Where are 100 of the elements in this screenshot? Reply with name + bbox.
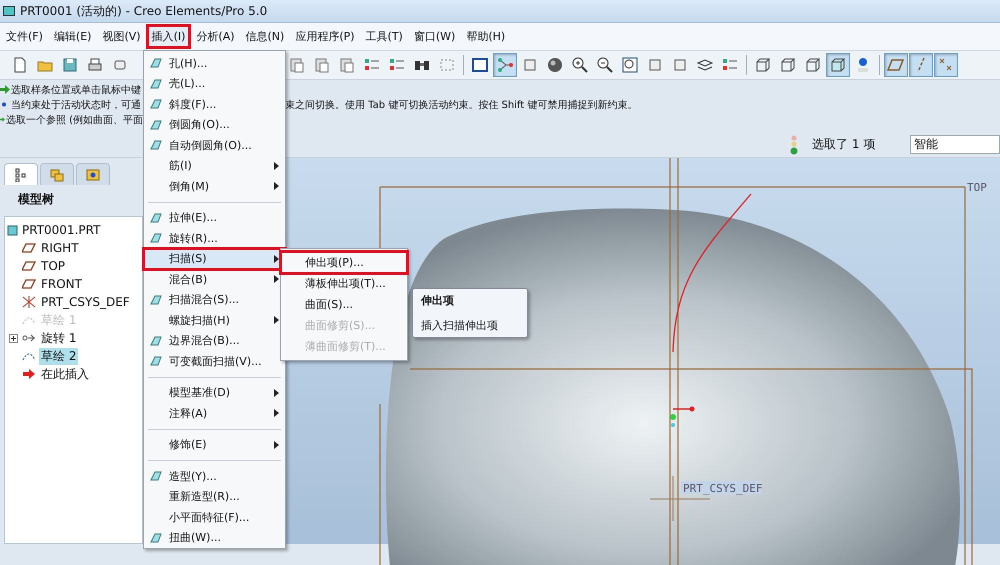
submenu-arrow-icon	[274, 275, 279, 284]
part-icon	[7, 224, 19, 236]
csys-marker-icon	[670, 406, 694, 427]
plane-icon	[22, 242, 36, 254]
arrow-icon	[0, 115, 5, 124]
feature-icon	[149, 334, 163, 348]
window-icon	[471, 56, 489, 74]
tooltip-text: 插入扫描伸出项	[421, 318, 499, 333]
tree-item[interactable]: 草绘 2	[39, 348, 78, 364]
tree-item[interactable]: PRT0001.PRT	[22, 223, 100, 237]
tree-item[interactable]: TOP	[39, 259, 68, 273]
feature-icon	[149, 210, 163, 225]
feature-icon	[149, 97, 163, 112]
menu-item[interactable]: 文件(F)	[2, 26, 47, 47]
feature-icon	[149, 56, 163, 70]
menu-item[interactable]: 视图(V)	[98, 26, 145, 47]
plane-icon	[22, 278, 36, 290]
menu-item[interactable]: 倒角(M)	[144, 176, 285, 196]
cubeshaded-tool-button[interactable]	[826, 53, 850, 77]
tree-item[interactable]: 在此插入	[39, 366, 91, 382]
traffic-light-icon	[790, 134, 798, 154]
menu-item[interactable]: 斜度(F)...	[144, 94, 285, 114]
menu-item[interactable]: 注释(A)	[144, 403, 285, 424]
folders-icon	[50, 168, 64, 182]
cubeshaded-icon	[829, 56, 847, 74]
tree-icon	[14, 168, 28, 182]
csys-label: PRT_CSYS_DEF	[683, 482, 762, 495]
menu-item[interactable]: 重新造型(R)...	[144, 486, 285, 507]
feature-icon	[149, 354, 163, 368]
menu-item[interactable]: 修饰(E)	[144, 434, 285, 455]
app-icon	[3, 5, 15, 17]
feature-icon	[149, 231, 163, 246]
menu-item[interactable]: 编辑(E)	[50, 26, 96, 47]
cubewire-icon	[804, 56, 822, 74]
tree-item[interactable]: PRT_CSYS_DEF	[39, 295, 132, 309]
submenu-arrow-icon	[274, 254, 279, 263]
clipboard-icon	[288, 56, 306, 74]
filter-dropdown[interactable]: 智能	[910, 135, 1000, 154]
plane-icon	[22, 260, 36, 272]
point-tool-button[interactable]	[934, 53, 958, 77]
plane-tool-button[interactable]	[884, 53, 908, 77]
menu-item[interactable]: 信息(N)	[242, 26, 288, 47]
menu-item[interactable]: 模型基准(D)	[144, 382, 285, 403]
folders-tab[interactable]	[40, 163, 74, 185]
clipboard-icon	[313, 56, 331, 74]
menu-item[interactable]: 拉伸(E)...	[144, 208, 285, 228]
submenu-arrow-icon	[274, 182, 279, 190]
csys-icon	[22, 296, 36, 308]
message-text: 选取样条位置或单击鼠标中键	[11, 84, 141, 96]
menu-item[interactable]: 插入(I)	[148, 26, 190, 47]
feature-icon	[149, 469, 163, 484]
submenu-arrow-icon	[274, 440, 279, 449]
window-title: PRT0001 (活动的) - Creo Elements/Pro 5.0	[20, 2, 268, 20]
menu-item[interactable]: 工具(T)	[362, 26, 407, 47]
tree-tab[interactable]	[4, 163, 38, 185]
datum-tool-button[interactable]	[493, 53, 517, 77]
menu-item[interactable]: 帮助(H)	[462, 26, 510, 47]
submenu-arrow-icon	[274, 162, 279, 170]
submenu-arrow-icon	[274, 409, 279, 418]
datum-icon	[496, 56, 514, 74]
feature-icon	[149, 292, 163, 307]
menu-item[interactable]: 旋转(R)...	[144, 228, 285, 248]
feature-icon	[149, 530, 163, 545]
message-text: 当约束处于活动状态时，可通	[11, 98, 141, 112]
feature-icon	[149, 138, 163, 152]
menu-item[interactable]: 小平面特征(F)...	[144, 507, 285, 528]
cubewire-icon	[779, 56, 797, 74]
menu-item[interactable]: 筋(I)	[144, 156, 285, 176]
menu-item[interactable]: 倒圆角(O)...	[144, 114, 285, 135]
menu-item[interactable]: 自动倒圆角(O)...	[144, 135, 285, 156]
tree-item[interactable]: RIGHT	[39, 241, 81, 255]
tree-item[interactable]: FRONT	[39, 277, 84, 291]
menu-item[interactable]: 壳(L)...	[144, 74, 285, 94]
zoomout-icon	[596, 56, 614, 74]
tooltip-title: 伸出项	[421, 293, 455, 308]
panel-title: 模型树	[16, 191, 55, 208]
submenu-arrow-icon	[274, 388, 279, 397]
insert-icon	[22, 368, 36, 380]
arrow-icon	[0, 85, 10, 94]
expand-icon[interactable]	[9, 334, 18, 342]
clipboard-icon	[338, 56, 356, 74]
zoombox-icon	[621, 56, 639, 74]
menu-item[interactable]: 窗口(W)	[410, 26, 460, 47]
feature-icon	[149, 76, 163, 91]
tree-item[interactable]: 旋转 1	[39, 330, 78, 346]
datum-label: TOP	[967, 181, 987, 194]
menu-item[interactable]: 应用程序(P)	[291, 26, 359, 47]
menu-item[interactable]: 孔(H)...	[144, 53, 285, 74]
cubewire-icon	[754, 56, 772, 74]
zoomin-icon	[571, 56, 589, 74]
sphere-icon	[546, 56, 564, 74]
submenu-arrow-icon	[274, 316, 279, 324]
favorites-icon	[86, 168, 100, 182]
feature-icon	[149, 118, 163, 132]
selection-count: 选取了 1 项	[812, 136, 876, 153]
menu-item[interactable]: 造型(Y)...	[144, 466, 285, 486]
message-text: 选取一个参照 (例如曲面、平面	[6, 114, 143, 126]
favorites-tab[interactable]	[76, 163, 110, 185]
message-text: 束之间切换。使用 Tab 键可切换活动约束。按住 Shift 键可禁用捕捉到新约束。	[285, 98, 638, 112]
menu-item[interactable]: 分析(A)	[192, 26, 239, 47]
